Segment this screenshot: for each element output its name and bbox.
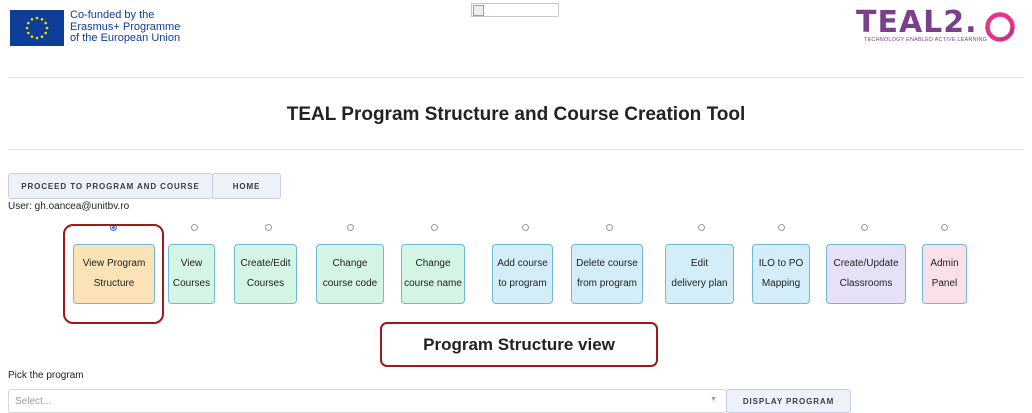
- ring-icon: [985, 12, 1015, 42]
- radio-create-update-classrooms[interactable]: [861, 224, 868, 231]
- tool-add-course-to-program[interactable]: Add course to program: [492, 244, 553, 304]
- tool-label: Change: [415, 258, 451, 269]
- proceed-to-program-button[interactable]: PROCEED TO PROGRAM AND COURSE: [8, 173, 213, 199]
- tool-create-update-classrooms[interactable]: Create/Update Classrooms: [826, 244, 906, 304]
- tool-change-course-name[interactable]: Change course name: [401, 244, 465, 304]
- teal-logo: TEAL2. TECHNOLOGY ENABLED ACTIVE LEARNIN…: [852, 3, 1017, 49]
- tool-delete-course-from-program[interactable]: Delete course from program: [571, 244, 643, 304]
- tool-label: View: [180, 258, 203, 269]
- tool-label: Create/Edit: [240, 258, 291, 269]
- page-title: TEAL Program Structure and Course Creati…: [286, 104, 746, 125]
- radio-add-course[interactable]: [522, 224, 529, 231]
- radio-create-edit-courses[interactable]: [265, 224, 272, 231]
- eu-flag-icon: [10, 10, 64, 46]
- tool-label: course code: [322, 278, 378, 289]
- divider: [8, 149, 1024, 150]
- eu-line: of the European Union: [70, 32, 181, 44]
- highlight-box: [63, 224, 164, 324]
- radio-ilo-to-po[interactable]: [778, 224, 785, 231]
- tool-create-edit-courses[interactable]: Create/Edit Courses: [234, 244, 297, 304]
- tool-label: Courses: [172, 278, 211, 289]
- tool-label: Courses: [246, 278, 285, 289]
- tool-label: Admin: [930, 258, 959, 269]
- program-select[interactable]: Select... ▼: [8, 389, 727, 413]
- eu-cofunded-text: Co-funded by the Erasmus+ Programme of t…: [70, 9, 181, 45]
- display-program-button[interactable]: DISPLAY PROGRAM: [726, 389, 851, 413]
- tool-label: to program: [498, 278, 547, 289]
- tool-label: course name: [404, 278, 462, 289]
- tool-change-course-code[interactable]: Change course code: [316, 244, 384, 304]
- radio-view-courses[interactable]: [191, 224, 198, 231]
- radio-delete-course[interactable]: [606, 224, 613, 231]
- tool-label: Add course: [497, 258, 548, 269]
- radio-edit-delivery-plan[interactable]: [698, 224, 705, 231]
- tool-label: from program: [576, 278, 637, 289]
- logo-word: TEAL2.: [856, 5, 978, 40]
- tool-label: Change: [332, 258, 368, 269]
- select-placeholder: Select...: [15, 396, 52, 407]
- tool-label: Edit: [690, 258, 709, 269]
- tool-label: delivery plan: [671, 278, 728, 289]
- home-button[interactable]: HOME: [212, 173, 281, 199]
- tool-view-courses[interactable]: View Courses: [168, 244, 215, 304]
- radio-change-course-code[interactable]: [347, 224, 354, 231]
- chevron-down-icon[interactable]: ▼: [710, 396, 717, 403]
- radio-admin-panel[interactable]: [941, 224, 948, 231]
- section-title: Program Structure view: [423, 335, 615, 354]
- tool-ilo-to-po-mapping[interactable]: ILO to PO Mapping: [752, 244, 810, 304]
- tool-label: Delete course: [576, 258, 638, 269]
- radio-change-course-name[interactable]: [431, 224, 438, 231]
- tool-admin-panel[interactable]: Admin Panel: [922, 244, 967, 304]
- eu-line: Co-funded by the: [70, 9, 155, 21]
- pick-program-label: Pick the program: [8, 370, 84, 381]
- user-info: User: gh.oancea@unitbv.ro: [8, 201, 130, 212]
- tool-label: ILO to PO: [758, 258, 804, 269]
- tool-label: Mapping: [761, 278, 801, 289]
- broken-image-icon: [471, 3, 559, 17]
- divider: [8, 77, 1024, 78]
- tool-label: Create/Update: [833, 258, 899, 269]
- tool-label: Panel: [931, 278, 958, 289]
- logo-tagline: TECHNOLOGY ENABLED ACTIVE LEARNING: [864, 37, 988, 43]
- tool-label: Classrooms: [839, 278, 893, 289]
- tool-edit-delivery-plan[interactable]: Edit delivery plan: [665, 244, 734, 304]
